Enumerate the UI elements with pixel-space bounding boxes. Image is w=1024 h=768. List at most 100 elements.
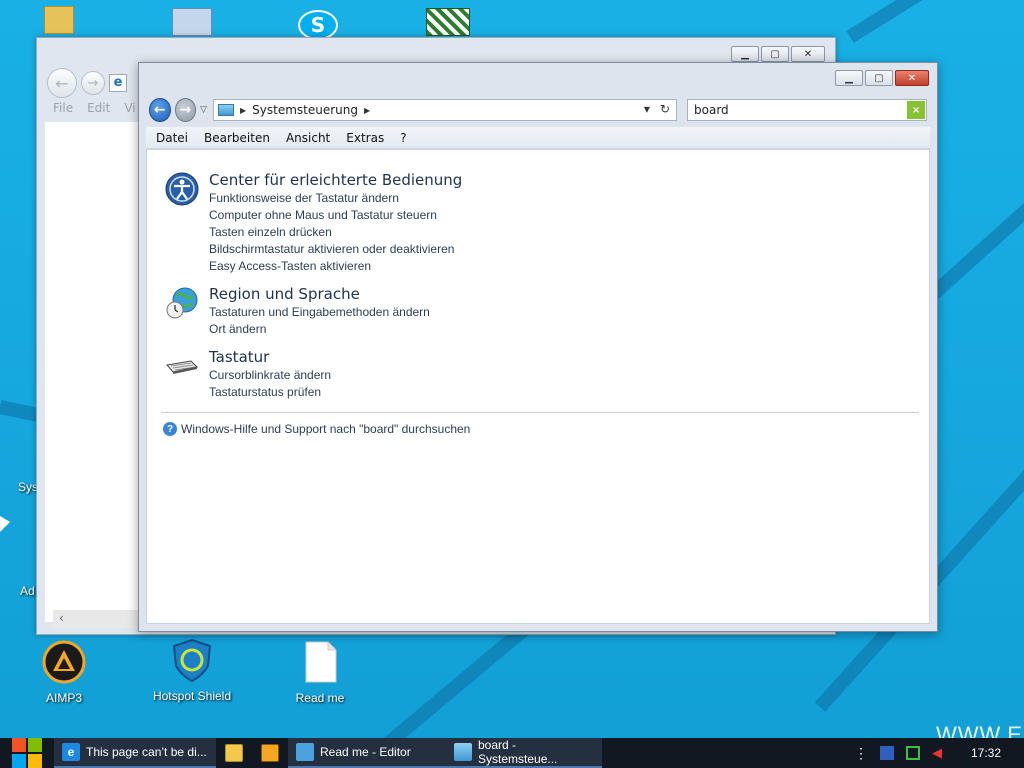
hotspot-shield-icon bbox=[172, 638, 212, 683]
desktop-label-partial: Ad bbox=[20, 584, 35, 598]
address-row: ← → ▽ ▶ Systemsteuerung ▶ ▾ ↻ board × bbox=[149, 97, 928, 123]
window-caption-buttons: ▁ ▢ ✕ bbox=[835, 70, 929, 86]
text-document-icon bbox=[305, 641, 337, 683]
task-link[interactable]: Cursorblinkrate ändern bbox=[209, 367, 331, 384]
globe-clock-icon bbox=[166, 287, 198, 319]
network-icon[interactable] bbox=[906, 746, 920, 760]
address-dropdown-icon[interactable]: ▾ bbox=[644, 102, 650, 116]
refresh-icon[interactable]: ↻ bbox=[660, 102, 670, 116]
menubar: Datei Bearbeiten Ansicht Extras ? bbox=[146, 127, 930, 149]
clear-search-button[interactable]: × bbox=[907, 101, 926, 119]
category-title[interactable]: Tastatur bbox=[209, 347, 331, 367]
volume-muted-icon[interactable]: ◀ bbox=[932, 746, 946, 760]
start-button[interactable] bbox=[0, 738, 54, 768]
task-link[interactable]: Tasten einzeln drücken bbox=[209, 224, 462, 241]
windows-logo-icon bbox=[12, 738, 42, 768]
search-results-pane: Center für erleichterte Bedienung Funkti… bbox=[146, 149, 930, 624]
task-link[interactable]: Tastaturstatus prüfen bbox=[209, 384, 331, 401]
taskbar-task-internet-explorer[interactable]: e This page can’t be di... bbox=[54, 738, 216, 768]
search-input[interactable]: board × bbox=[687, 99, 928, 121]
close-button[interactable]: ✕ bbox=[895, 70, 929, 86]
task-link[interactable]: Computer ohne Maus und Tastatur steuern bbox=[209, 207, 462, 224]
forward-arrow-icon[interactable]: → bbox=[174, 98, 197, 122]
category-title[interactable]: Center für erleichterte Bedienung bbox=[209, 170, 462, 190]
media-player-icon bbox=[261, 744, 279, 762]
aimp3-icon bbox=[42, 640, 86, 684]
maximize-button[interactable]: ▢ bbox=[865, 70, 893, 86]
search-input-value: board bbox=[694, 103, 729, 117]
minimize-button[interactable]: ▁ bbox=[731, 46, 759, 62]
folder-icon[interactable] bbox=[44, 6, 74, 34]
taskbar-task-label: This page can’t be di... bbox=[86, 745, 207, 759]
browser-menubar: File Edit Vi bbox=[53, 101, 136, 115]
taskbar-file-explorer[interactable] bbox=[216, 738, 252, 768]
internet-explorer-icon: e bbox=[109, 74, 127, 92]
category-body: Tastatur Cursorblinkrate ändern Tastatur… bbox=[209, 347, 331, 401]
menu-datei[interactable]: Datei bbox=[156, 131, 188, 145]
close-button[interactable]: ✕ bbox=[791, 46, 825, 62]
category-body: Center für erleichterte Bedienung Funkti… bbox=[209, 170, 462, 275]
taskbar-task-label: Read me - Editor bbox=[320, 745, 411, 759]
task-link[interactable]: Tastaturen und Eingabemethoden ändern bbox=[209, 304, 430, 321]
help-search-link[interactable]: ? Windows-Hilfe und Support nach "board"… bbox=[163, 422, 470, 436]
menu-view[interactable]: Vi bbox=[124, 101, 135, 115]
skype-icon[interactable]: S bbox=[298, 10, 338, 40]
desktop-label-partial: Sys bbox=[18, 480, 39, 494]
wallpaper-stripe bbox=[925, 117, 1024, 303]
clock[interactable]: 17:32 bbox=[958, 746, 1014, 760]
control-panel-icon bbox=[218, 104, 235, 116]
recent-pages-chevron-down-icon[interactable]: ▽ bbox=[200, 105, 209, 115]
desktop-icon-label: Hotspot Shield bbox=[152, 689, 232, 703]
category-body: Region und Sprache Tastaturen und Eingab… bbox=[209, 284, 430, 338]
mouse-cursor-icon bbox=[0, 516, 10, 532]
task-link[interactable]: Easy Access-Tasten aktivieren bbox=[209, 258, 462, 275]
window-caption-buttons: ▁ ▢ ✕ bbox=[731, 46, 825, 62]
menu-file[interactable]: File bbox=[53, 101, 73, 115]
action-center-flag-icon[interactable] bbox=[880, 746, 894, 760]
taskbar-task-control-panel[interactable]: board - Systemsteue... bbox=[446, 738, 602, 768]
back-arrow-icon[interactable]: ← bbox=[47, 68, 77, 98]
category-title[interactable]: Region und Sprache bbox=[209, 284, 430, 304]
folder-icon bbox=[225, 744, 243, 762]
task-link[interactable]: Bildschirmtastatur aktivieren oder deakt… bbox=[209, 241, 462, 258]
divider bbox=[161, 412, 919, 413]
notepad-icon bbox=[296, 743, 314, 761]
desktop-icon-hotspot-shield[interactable]: Hotspot Shield bbox=[144, 638, 240, 703]
breadcrumb-chevron-icon[interactable]: ▶ bbox=[364, 106, 370, 115]
task-link[interactable]: Funktionsweise der Tastatur ändern bbox=[209, 190, 462, 207]
control-panel-icon bbox=[454, 743, 472, 761]
network-icon[interactable] bbox=[172, 8, 212, 36]
taskbar-media-player[interactable] bbox=[252, 738, 288, 768]
breadcrumb-chevron-icon[interactable]: ▶ bbox=[240, 106, 246, 115]
task-link[interactable]: Ort ändern bbox=[209, 321, 430, 338]
menu-ansicht[interactable]: Ansicht bbox=[286, 131, 330, 145]
spreadsheet-icon[interactable] bbox=[426, 8, 470, 36]
menu-edit[interactable]: Edit bbox=[87, 101, 110, 115]
forward-arrow-icon[interactable]: → bbox=[81, 71, 105, 95]
menu-bearbeiten[interactable]: Bearbeiten bbox=[204, 131, 270, 145]
menu-extras[interactable]: Extras bbox=[346, 131, 384, 145]
back-arrow-icon[interactable]: ← bbox=[149, 98, 171, 122]
menu-help[interactable]: ? bbox=[400, 131, 406, 145]
watermark-text: WWW.E bbox=[936, 722, 1023, 738]
taskbar-task-label: board - Systemsteue... bbox=[478, 738, 558, 766]
keyboard-icon bbox=[166, 360, 199, 374]
breadcrumb-systemsteuerung[interactable]: Systemsteuerung bbox=[252, 103, 358, 117]
help-search-text[interactable]: Windows-Hilfe und Support nach "board" d… bbox=[181, 422, 470, 436]
scroll-left-icon[interactable]: ‹ bbox=[59, 611, 64, 625]
taskbar-task-editor[interactable]: Read me - Editor bbox=[288, 738, 446, 768]
address-actions: ▾ ↻ bbox=[644, 102, 670, 116]
desktop-icon-read-me[interactable]: Read me bbox=[272, 640, 368, 705]
desktop-icon-label: AIMP3 bbox=[45, 691, 82, 705]
browser-page bbox=[45, 122, 141, 622]
internet-explorer-icon: e bbox=[62, 743, 80, 761]
ease-of-access-icon bbox=[165, 172, 199, 206]
browser-nav: ← → e bbox=[47, 68, 127, 98]
wallpaper-stripe bbox=[846, 0, 1024, 43]
maximize-button[interactable]: ▢ bbox=[761, 46, 789, 62]
show-hidden-icons-icon[interactable]: ⋮ bbox=[854, 745, 868, 762]
control-panel-window[interactable]: ▁ ▢ ✕ ← → ▽ ▶ Systemsteuerung ▶ ▾ ↻ boar… bbox=[138, 62, 938, 632]
address-bar[interactable]: ▶ Systemsteuerung ▶ ▾ ↻ bbox=[213, 99, 678, 121]
minimize-button[interactable]: ▁ bbox=[835, 70, 863, 86]
desktop-icon-aimp3[interactable]: AIMP3 bbox=[16, 640, 112, 705]
